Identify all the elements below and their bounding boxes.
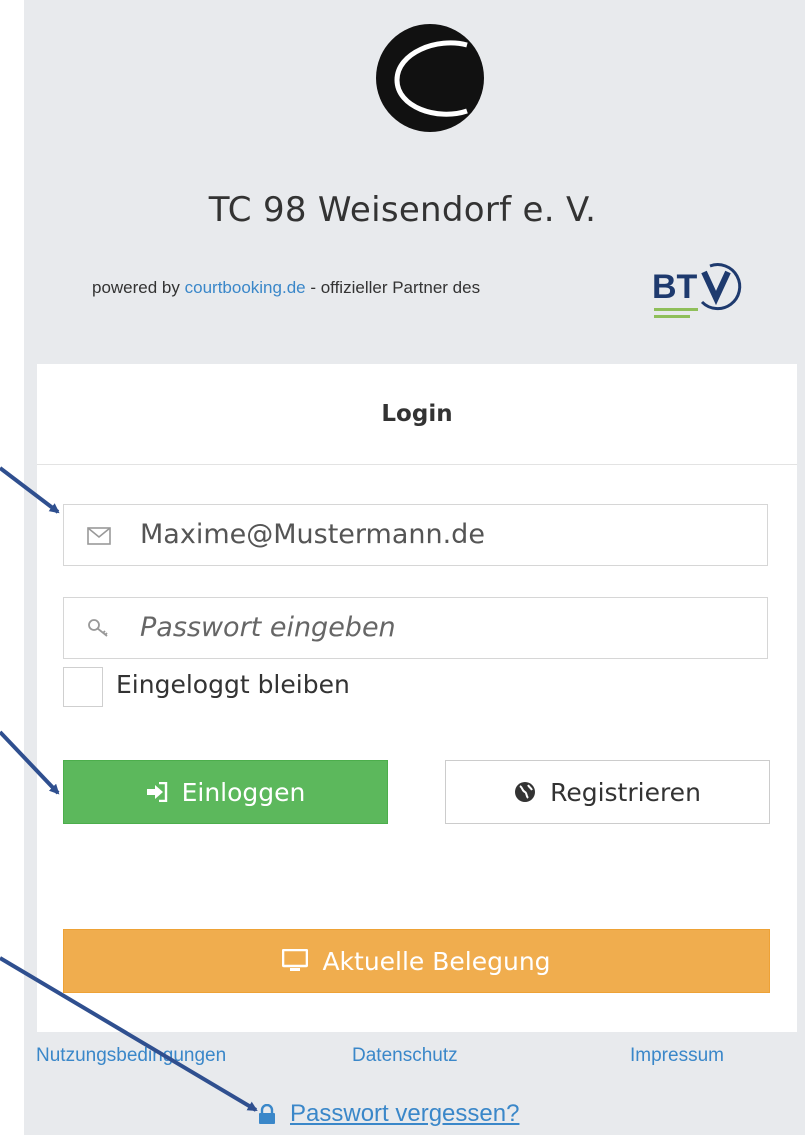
powered-by-line: powered by courtbooking.de - offizieller…: [92, 278, 480, 298]
register-button-label: Registrieren: [550, 777, 701, 807]
register-button[interactable]: Registrieren: [445, 760, 770, 824]
password-field[interactable]: Passwort eingeben: [63, 597, 768, 659]
btv-partner-logo: BT: [652, 263, 742, 318]
forgot-password-link[interactable]: Passwort vergessen?: [258, 1100, 519, 1128]
powered-by-prefix: powered by: [92, 278, 185, 297]
remember-me-checkbox[interactable]: [63, 667, 103, 707]
sign-in-icon: [146, 782, 167, 802]
imprint-link[interactable]: Impressum: [630, 1045, 724, 1067]
current-occupancy-label: Aktuelle Belegung: [322, 946, 551, 976]
email-field[interactable]: Maxime@Mustermann.de: [63, 504, 768, 566]
remember-me-label: Eingeloggt bleiben: [116, 670, 350, 699]
club-name: TC 98 Weisendorf e. V.: [208, 190, 597, 230]
current-occupancy-button[interactable]: Aktuelle Belegung: [63, 929, 770, 993]
svg-text:BT: BT: [652, 268, 698, 306]
globe-icon: [515, 782, 536, 802]
login-card: Login Maxime@Mustermann.de Passwort eing…: [37, 364, 797, 1032]
key-icon: [88, 619, 108, 637]
lock-icon: [259, 1104, 275, 1124]
email-value: Maxime@Mustermann.de: [140, 519, 485, 550]
monitor-icon: [282, 949, 309, 971]
courtbooking-link[interactable]: courtbooking.de: [185, 278, 306, 297]
tennis-ball-logo: [376, 24, 484, 132]
password-placeholder: Passwort eingeben: [140, 612, 396, 643]
powered-by-suffix: - offizieller Partner des: [305, 278, 481, 297]
login-title: Login: [37, 364, 797, 465]
forgot-password-label: Passwort vergessen?: [290, 1100, 520, 1127]
envelope-icon: [87, 527, 111, 545]
privacy-link[interactable]: Datenschutz: [352, 1045, 458, 1067]
terms-link[interactable]: Nutzungsbedingungen: [36, 1045, 226, 1067]
login-button-label: Einloggen: [181, 777, 306, 807]
login-button[interactable]: Einloggen: [63, 760, 388, 824]
